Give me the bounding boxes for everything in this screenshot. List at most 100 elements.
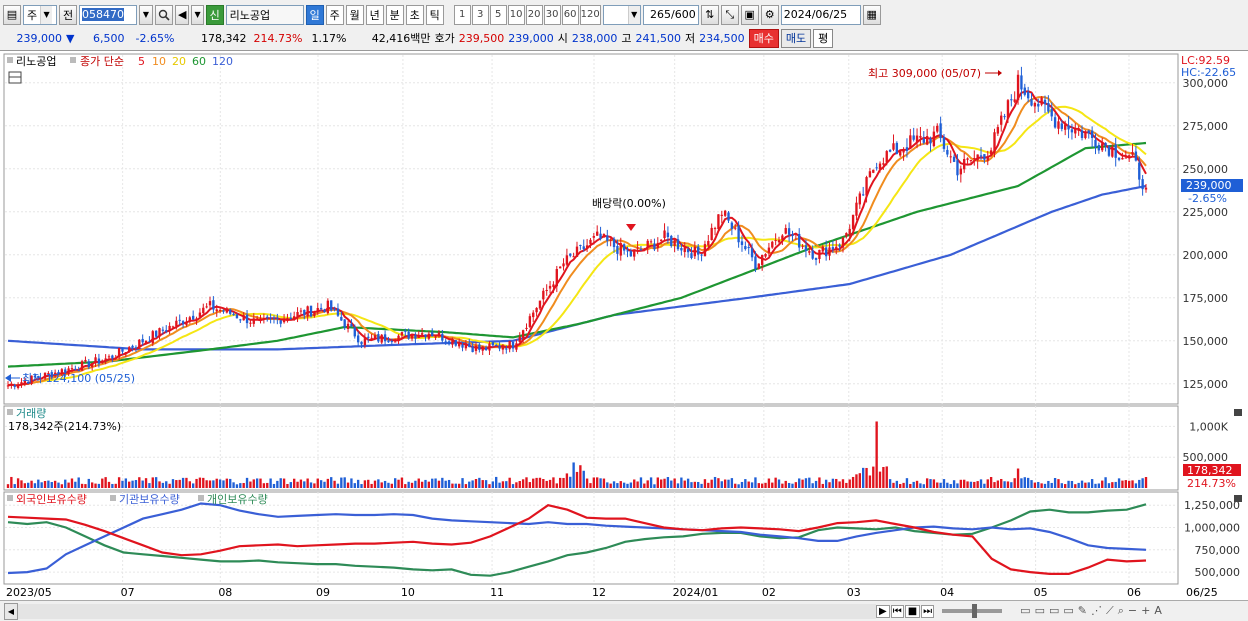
volume-bar xyxy=(666,477,670,488)
candle-body xyxy=(528,316,532,327)
tab-period-5[interactable]: 초 xyxy=(405,4,424,25)
count-input[interactable]: 265/600 xyxy=(642,4,699,25)
tab-period-1[interactable]: 주 xyxy=(325,4,344,25)
x-axis-label: 08 xyxy=(218,586,232,599)
candle-body xyxy=(562,263,565,267)
interval-button-60[interactable]: 60 xyxy=(561,4,579,25)
candle-body xyxy=(165,330,168,332)
candle-body xyxy=(1020,75,1023,90)
measure-icon[interactable]: ⟋ xyxy=(1106,604,1114,618)
calendar-icon[interactable]: ▦ xyxy=(862,4,881,25)
scroll-right-icon[interactable]: ▶ xyxy=(876,604,890,618)
avg-button[interactable]: 평 xyxy=(813,28,834,48)
tab-period-0[interactable]: 일 xyxy=(305,4,324,25)
layout-d-icon[interactable]: ▭ xyxy=(1063,604,1073,618)
candle-body xyxy=(461,344,464,348)
stop-icon[interactable]: ■ xyxy=(904,604,921,618)
volume-bar xyxy=(37,479,40,488)
stock-chart[interactable]: 300,000275,000250,000225,000200,000175,0… xyxy=(0,51,1248,601)
candle-body xyxy=(464,345,468,349)
layout-c-icon[interactable]: ▭ xyxy=(1049,604,1059,618)
ma120-label: 120 xyxy=(212,55,233,68)
candle-body xyxy=(1033,102,1037,107)
magnifier-icon[interactable]: ⌕ xyxy=(1118,604,1124,618)
volume-bar xyxy=(784,480,787,488)
volume-bar xyxy=(498,482,501,488)
interval-select[interactable]: ▼ xyxy=(602,4,641,25)
tab-period-2[interactable]: 월 xyxy=(345,4,364,25)
sell-button[interactable]: 매도 xyxy=(780,28,812,48)
interval-button-5[interactable]: 5 xyxy=(489,4,507,25)
candle-body xyxy=(1127,155,1131,157)
buy-button[interactable]: 매수 xyxy=(748,28,779,48)
pen-icon[interactable]: ✎ xyxy=(1078,604,1087,618)
save-icon[interactable]: ▣ xyxy=(740,4,759,25)
chevron-down-icon[interactable]: ▼ xyxy=(627,5,640,24)
candle-body xyxy=(727,212,730,221)
date-input[interactable]: 2024/06/25 xyxy=(780,4,861,25)
interval-button-10[interactable]: 10 xyxy=(507,4,525,25)
candle-body xyxy=(818,249,821,259)
volume-bar xyxy=(276,480,279,488)
interval-button-1[interactable]: 1 xyxy=(453,4,471,25)
close-panel-icon[interactable] xyxy=(1234,495,1242,502)
layout-a-icon[interactable]: ▭ xyxy=(1020,604,1030,618)
minus-icon[interactable]: − xyxy=(1128,604,1137,618)
candle-body xyxy=(161,329,165,331)
volume-bar xyxy=(259,478,262,488)
chart-area[interactable]: 300,000 275,000 250,000 225,000 200,000 175,0… xyxy=(0,50,1248,600)
pattern-icon[interactable]: ⋰ xyxy=(1091,604,1102,618)
chevron-down-icon[interactable]: ▼ xyxy=(139,4,153,25)
interval-button-120[interactable]: 120 xyxy=(579,4,601,25)
candle-body xyxy=(340,316,343,321)
volume-bar xyxy=(1000,478,1003,488)
scroll-left-icon[interactable]: ◀ xyxy=(4,602,18,620)
speaker-icon[interactable]: ◀ xyxy=(175,4,190,25)
tab-period-3[interactable]: 년 xyxy=(365,4,384,25)
layout-icon[interactable]: ▤ xyxy=(3,4,21,25)
draw-tool-icon[interactable]: ⤡ xyxy=(720,4,739,25)
zoom-slider[interactable] xyxy=(942,604,1003,618)
holdings-panel-frame xyxy=(3,491,1179,585)
stock-code-input[interactable]: 058470 xyxy=(79,4,137,25)
volume-bar xyxy=(1127,480,1131,488)
search-icon[interactable] xyxy=(155,4,173,25)
volume-bar xyxy=(858,473,861,488)
close-panel-icon[interactable] xyxy=(1234,409,1242,416)
chevron-down-icon[interactable]: ▼ xyxy=(191,4,204,25)
plus-icon[interactable]: + xyxy=(1141,604,1150,618)
chevron-down-icon[interactable]: ▼ xyxy=(40,5,53,24)
rewind-icon[interactable]: ⏮ xyxy=(890,604,904,618)
layout-b-icon[interactable]: ▭ xyxy=(1035,604,1045,618)
stock-name-field[interactable]: 리노공업 xyxy=(225,4,304,25)
interval-button-20[interactable]: 20 xyxy=(525,4,543,25)
tab-period-4[interactable]: 분 xyxy=(385,4,404,25)
volume-bar xyxy=(582,470,585,488)
volume-bar xyxy=(629,482,633,488)
candle-body xyxy=(306,306,309,317)
candle-body xyxy=(821,246,824,252)
candle-body xyxy=(114,357,117,359)
font-icon[interactable]: A xyxy=(1154,604,1162,618)
gear-icon[interactable]: ⚙ xyxy=(760,4,779,25)
volume-bar xyxy=(1134,483,1138,488)
volume-bar xyxy=(407,481,410,488)
zoom-slider-handle[interactable] xyxy=(972,604,978,618)
volume-bar xyxy=(1030,480,1033,488)
candle-body xyxy=(101,360,104,363)
tab-period-6[interactable]: 틱 xyxy=(425,4,444,25)
scroll-track[interactable] xyxy=(18,603,876,619)
market-select[interactable]: 주 ▼ xyxy=(23,4,57,25)
candle-body xyxy=(939,123,942,139)
interval-button-30[interactable]: 30 xyxy=(543,4,561,25)
volume-bar xyxy=(57,482,60,488)
prev-button[interactable]: 전 xyxy=(59,4,77,25)
candle-body xyxy=(13,385,16,387)
fast-forward-icon[interactable]: ⏭ xyxy=(921,604,935,618)
chart-settings-icon[interactable]: ⇅ xyxy=(700,4,719,25)
candle-body xyxy=(932,131,936,147)
candle-body xyxy=(313,311,316,316)
interval-button-3[interactable]: 3 xyxy=(471,4,489,25)
candle-body xyxy=(798,233,801,248)
chart-scrollbar[interactable]: ◀ ▶ ⏮ ■ ⏭ ▭ ▭ ▭ ▭ ✎ ⋰ ⟋ ⌕ − + A xyxy=(0,600,1248,621)
